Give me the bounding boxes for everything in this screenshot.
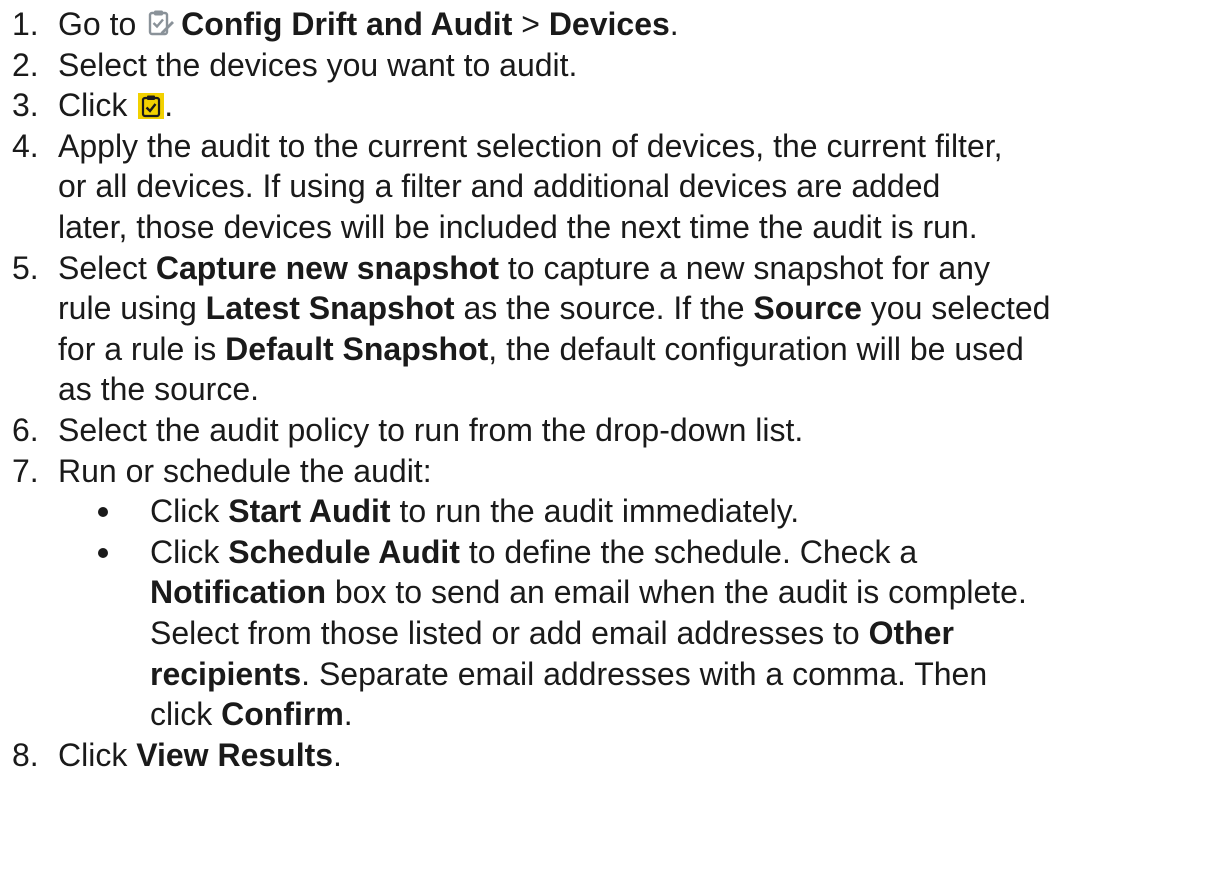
button-schedule-audit: Schedule Audit xyxy=(228,533,460,570)
sub-step-schedule-audit: Click Schedule Audit to define the sched… xyxy=(98,532,1214,735)
step-text: Select from those listed or add email ad… xyxy=(150,614,869,651)
bullet-icon xyxy=(98,547,108,558)
config-drift-clipboard-icon xyxy=(147,6,175,36)
step-text: Select xyxy=(58,249,156,286)
step-number: 5. xyxy=(12,249,39,286)
step-number: 2. xyxy=(12,46,39,83)
step-text: Go to xyxy=(58,6,146,42)
field-other-recipients: Other xyxy=(868,614,954,651)
field-notification: Notification xyxy=(150,574,326,611)
step-text: Run or schedule the audit: xyxy=(58,452,432,489)
step-text: click xyxy=(150,696,222,733)
steps-list: 1. Go to Config Drift and Audit > Device… xyxy=(0,4,1214,775)
step-text: > xyxy=(512,6,549,42)
step-6: 6. Select the audit policy to run from t… xyxy=(0,410,1214,451)
step-text: as the source. If the xyxy=(454,290,754,327)
button-view-results: View Results xyxy=(136,736,334,773)
step-text: you selected xyxy=(861,290,1051,327)
option-latest-snapshot: Latest Snapshot xyxy=(205,290,455,327)
bullet-icon xyxy=(98,507,108,518)
step-number: 6. xyxy=(12,411,39,448)
sub-steps-list: Click Start Audit to run the audit immed… xyxy=(58,491,1214,735)
button-start-audit: Start Audit xyxy=(228,493,391,530)
option-capture-new-snapshot: Capture new snapshot xyxy=(155,249,499,286)
menu-path-config-drift: Config Drift and Audit xyxy=(181,6,513,42)
step-text: . xyxy=(343,696,353,733)
option-default-snapshot: Default Snapshot xyxy=(225,330,489,367)
step-number: 8. xyxy=(12,736,39,773)
step-text: Select the devices you want to audit. xyxy=(58,46,578,83)
menu-path-devices: Devices xyxy=(548,6,670,42)
step-number: 1. xyxy=(12,6,39,42)
step-text: Click xyxy=(58,736,137,773)
button-confirm: Confirm xyxy=(221,696,344,733)
field-source: Source xyxy=(753,290,862,327)
step-1: 1. Go to Config Drift and Audit > Device… xyxy=(0,4,1214,45)
step-text: to run the audit immediately. xyxy=(390,493,800,530)
step-text: . Separate email addresses with a comma.… xyxy=(301,655,988,692)
field-other-recipients-cont: recipients xyxy=(150,655,302,692)
step-text: , the default configuration will be used xyxy=(488,330,1024,367)
step-7: 7. Run or schedule the audit: Click Star… xyxy=(0,451,1214,735)
step-5: 5. Select Capture new snapshot to captur… xyxy=(0,248,1214,410)
step-text: to define the schedule. Check a xyxy=(459,533,918,570)
instruction-document: 1. Go to Config Drift and Audit > Device… xyxy=(0,0,1214,879)
step-2: 2. Select the devices you want to audit. xyxy=(0,45,1214,86)
step-text: . xyxy=(333,736,342,773)
step-text: . xyxy=(669,6,679,42)
step-text: as the source. xyxy=(58,371,259,408)
step-text: Select the audit policy to run from the … xyxy=(58,411,804,448)
step-4: 4. Apply the audit to the current select… xyxy=(0,126,1214,248)
sub-step-start-audit: Click Start Audit to run the audit immed… xyxy=(98,491,1214,532)
step-number: 4. xyxy=(12,127,39,164)
step-text: Click xyxy=(150,493,229,530)
step-8: 8. Click View Results. xyxy=(0,735,1214,776)
audit-clipboard-check-icon xyxy=(138,88,165,120)
step-text-line: or all devices. If using a filter and ad… xyxy=(58,168,941,205)
step-text: to capture a new snapshot for any xyxy=(498,249,990,286)
step-number: 3. xyxy=(12,87,39,124)
step-3: 3. Click . xyxy=(0,85,1214,126)
step-text: for a rule is xyxy=(58,330,226,367)
step-text-line: Apply the audit to the current selection… xyxy=(58,127,1003,164)
step-text: . xyxy=(164,87,174,124)
step-text-line: later, those devices will be included th… xyxy=(58,208,978,245)
step-text: box to send an email when the audit is c… xyxy=(325,574,1027,611)
step-text: Click xyxy=(58,87,137,124)
step-text: Click xyxy=(150,533,229,570)
step-text: rule using xyxy=(58,290,206,327)
step-number: 7. xyxy=(12,452,39,489)
